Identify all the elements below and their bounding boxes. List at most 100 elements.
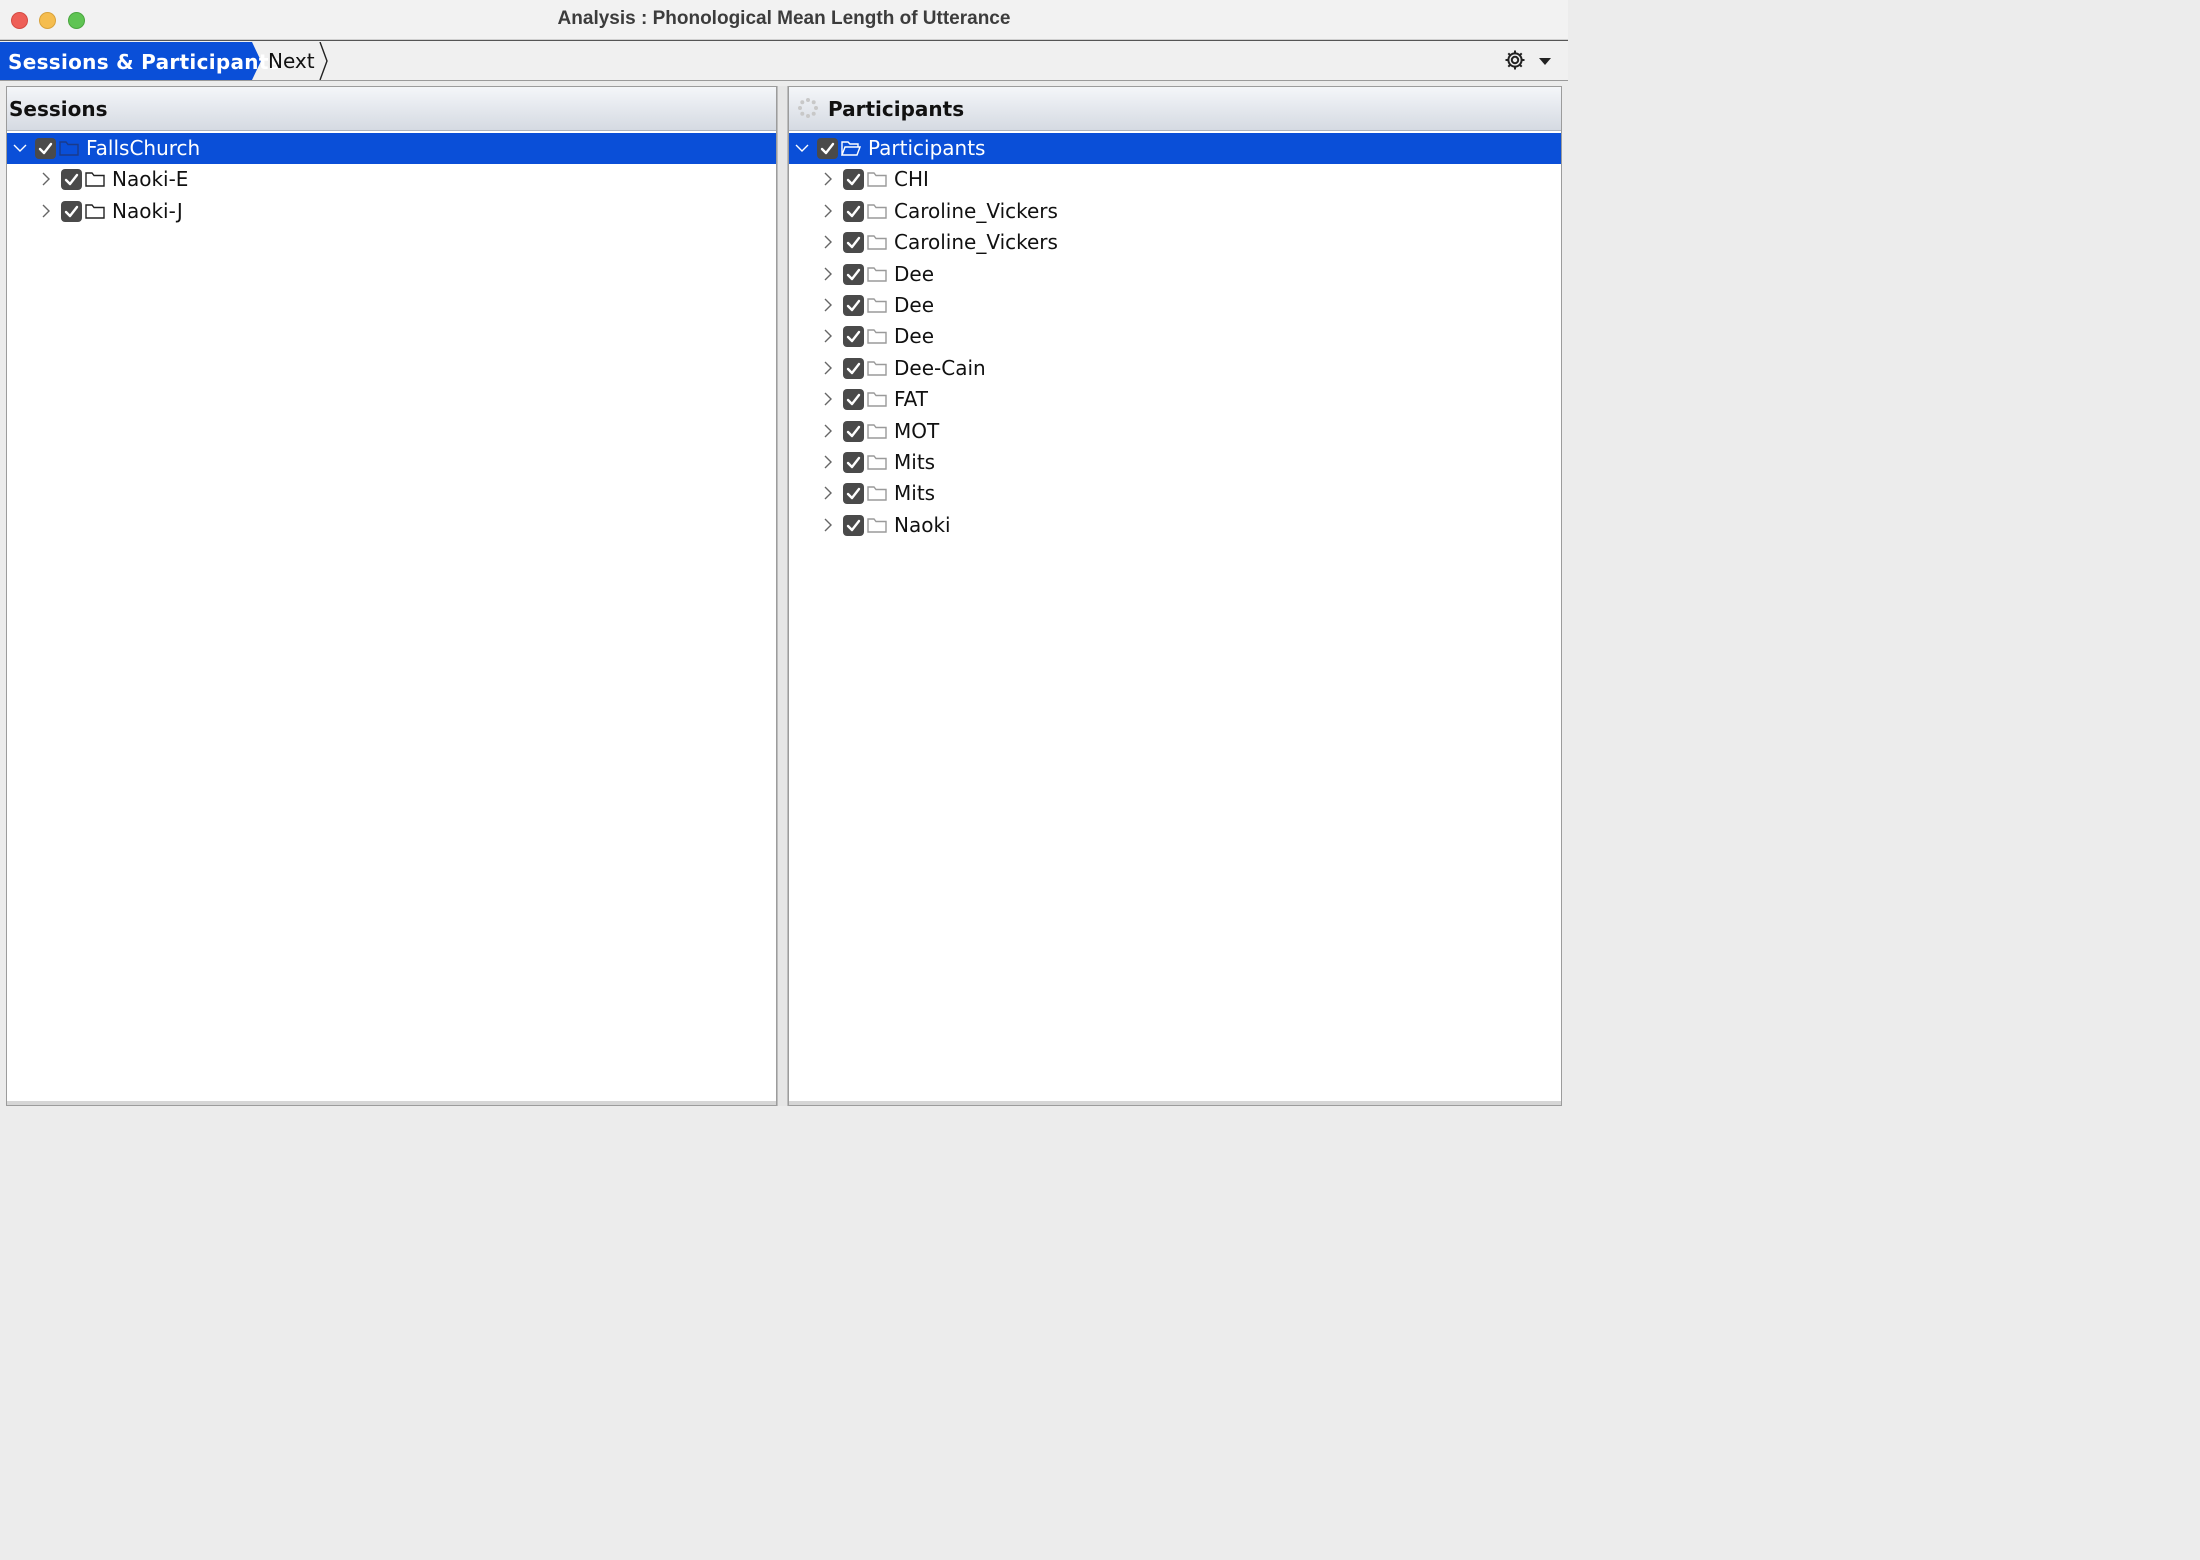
chevron-right-icon[interactable] <box>821 424 835 438</box>
checkmark-icon <box>820 142 835 155</box>
checkmark-icon <box>846 456 861 469</box>
tree-item-row[interactable]: Dee-Cain <box>789 353 1561 384</box>
checkmark-icon <box>846 268 861 280</box>
gear-icon[interactable] <box>1503 48 1527 72</box>
folder-icon <box>867 455 887 470</box>
tree-item-row[interactable]: Caroline_Vickers <box>789 196 1561 227</box>
tree-item-label: CHI <box>894 167 929 192</box>
checkmark-icon <box>846 299 861 312</box>
tree-item-row[interactable]: Naoki <box>789 510 1561 541</box>
folder-icon <box>59 141 79 156</box>
chevron-right-icon[interactable] <box>39 172 53 186</box>
chevron-right-icon[interactable] <box>821 486 835 500</box>
loading-spinner-icon <box>798 98 818 118</box>
checkmark-icon <box>846 488 861 500</box>
checkbox[interactable] <box>843 483 864 505</box>
chevron-right-icon[interactable] <box>821 455 835 469</box>
checkbox[interactable] <box>843 514 864 536</box>
checkbox[interactable] <box>843 263 864 285</box>
tree-item-row[interactable]: MOT <box>789 416 1561 447</box>
checkbox[interactable] <box>843 420 864 442</box>
tree-item-label: Dee <box>894 261 935 286</box>
tree-item-label: Dee-Cain <box>894 355 986 380</box>
breadcrumb-step-next[interactable]: Next <box>256 42 332 80</box>
tree-item-label: Naoki-E <box>112 167 189 192</box>
chevron-right-icon[interactable] <box>821 329 835 343</box>
tree-item-label: Caroline_Vickers <box>894 230 1058 255</box>
participants-panel: Participants Participants CHI Caroline_Vic… <box>788 86 1562 1106</box>
tree-item-label: MOT <box>894 418 940 443</box>
tree-item-label: Dee <box>894 293 935 317</box>
open-folder-icon <box>841 141 861 156</box>
window-title: Analysis : Phonological Mean Length of U… <box>557 8 1011 29</box>
checkmark-icon <box>64 174 79 186</box>
sessions-panel-title: Sessions <box>9 97 108 121</box>
chevron-down-icon[interactable] <box>795 141 809 155</box>
tree-item-row[interactable]: Dee <box>789 321 1561 352</box>
tree-item-row[interactable]: Naoki-J <box>7 196 776 227</box>
tree-root-row[interactable]: Participants <box>789 133 1561 164</box>
folder-icon <box>867 518 887 533</box>
chevron-right-icon[interactable] <box>821 235 835 249</box>
chevron-right-icon[interactable] <box>821 204 835 218</box>
tree-item-row[interactable]: Dee <box>789 290 1561 321</box>
tree-root-row[interactable]: FallsChurch <box>7 133 776 164</box>
tree-item-row[interactable]: Naoki-E <box>7 164 776 195</box>
sessions-panel: Sessions FallsChurch Naoki-E Naoki-J <box>6 86 777 1106</box>
chevron-right-icon[interactable] <box>821 392 835 406</box>
breadcrumb-step-sessions-participants[interactable]: Sessions & Participants <box>0 42 281 80</box>
tree-item-label: Naoki <box>894 512 951 537</box>
checkbox[interactable] <box>843 169 864 191</box>
folder-icon <box>85 172 105 188</box>
checkmark-icon <box>846 393 861 406</box>
participants-panel-title: Participants <box>828 97 965 121</box>
tree-item-row[interactable]: Dee <box>789 259 1561 290</box>
tree-item-row[interactable]: Mits <box>789 478 1561 509</box>
tree-item-label: Naoki-J <box>112 198 183 223</box>
caret-down-icon[interactable] <box>1538 56 1552 66</box>
checkbox[interactable] <box>843 200 864 222</box>
tree-item-label: FAT <box>894 387 929 412</box>
chevron-right-icon[interactable] <box>39 204 53 218</box>
wizard-breadcrumb: Sessions & Participants Next <box>0 40 1568 81</box>
checkbox[interactable] <box>843 389 864 411</box>
folder-icon <box>867 329 887 345</box>
chevron-right-icon[interactable] <box>821 267 835 281</box>
checkmark-icon <box>846 174 861 186</box>
checkbox[interactable] <box>843 357 864 379</box>
tree-item-label: Dee <box>894 324 935 349</box>
folder-icon <box>867 266 887 282</box>
split-pane-divider[interactable] <box>777 86 788 1106</box>
chevron-down-icon[interactable] <box>13 141 27 155</box>
tree-item-row[interactable]: FAT <box>789 384 1561 415</box>
checkbox[interactable] <box>61 169 82 191</box>
checkmark-icon <box>846 205 861 217</box>
checkbox[interactable] <box>843 326 864 348</box>
checkmark-icon <box>64 205 79 217</box>
chevron-right-icon[interactable] <box>821 361 835 375</box>
checkbox[interactable] <box>843 295 864 316</box>
tree-root-label: FallsChurch <box>86 136 201 160</box>
breadcrumb-active-label: Sessions & Participants <box>8 50 281 74</box>
chevron-right-icon[interactable] <box>821 518 835 532</box>
tree-item-row[interactable]: Mits <box>789 447 1561 478</box>
title-bar: Analysis : Phonological Mean Length of U… <box>0 0 1568 40</box>
checkbox[interactable] <box>843 232 864 254</box>
tree-item-row[interactable]: CHI <box>789 164 1561 195</box>
checkmark-icon <box>846 519 861 531</box>
checkbox[interactable] <box>35 138 56 159</box>
tree-item-row[interactable]: Caroline_Vickers <box>789 227 1561 258</box>
checkbox[interactable] <box>843 452 864 473</box>
chevron-right-icon[interactable] <box>821 172 835 186</box>
chevron-right-icon[interactable] <box>821 298 835 312</box>
checkmark-icon <box>846 331 861 343</box>
folder-icon <box>85 204 105 219</box>
tree-item-label: Mits <box>894 450 936 474</box>
participants-panel-header: Participants <box>789 87 1561 131</box>
checkbox[interactable] <box>817 138 838 159</box>
sessions-panel-header: Sessions <box>7 87 776 131</box>
checkbox[interactable] <box>61 200 82 222</box>
tree-item-label: Caroline_Vickers <box>894 198 1058 223</box>
folder-icon <box>867 423 887 439</box>
checkmark-icon <box>846 425 861 437</box>
